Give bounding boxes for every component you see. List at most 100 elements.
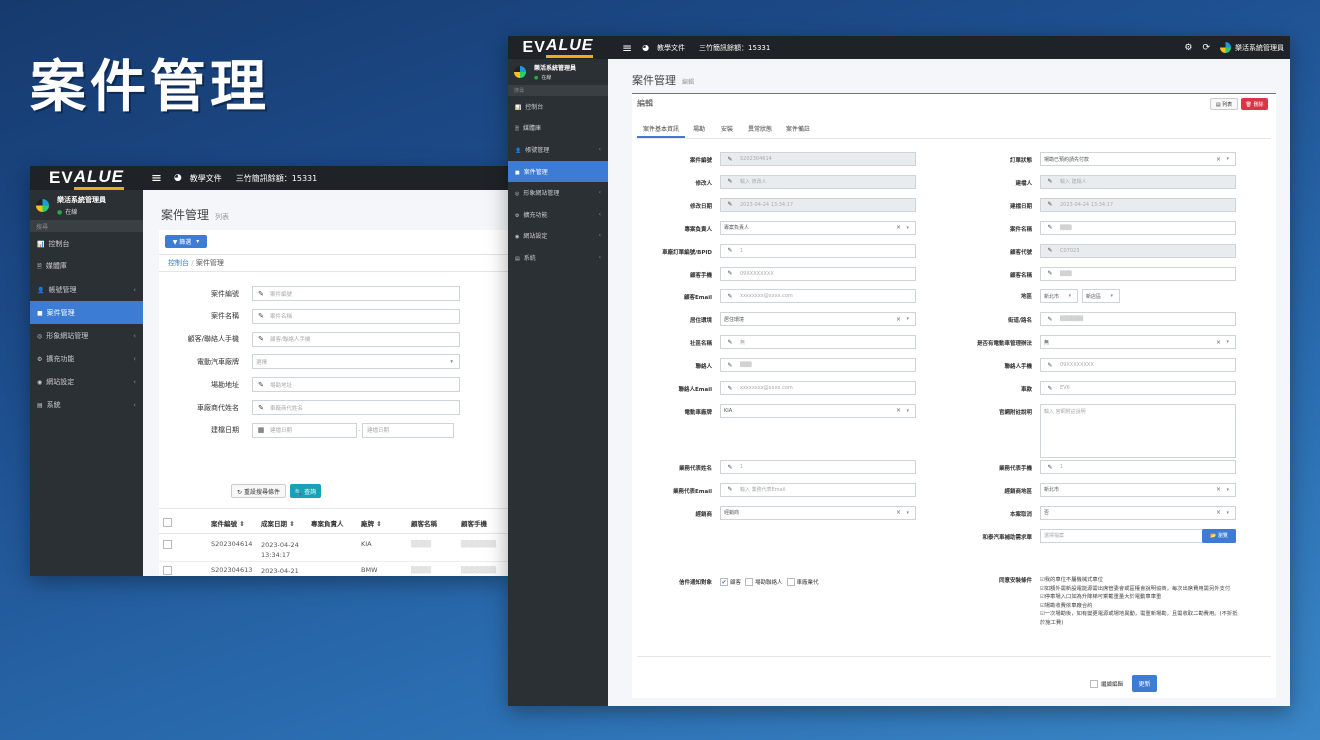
- sidebar-item[interactable]: ⚙ 擴充功能 ‹: [508, 204, 608, 226]
- filter-input[interactable]: ▦ 建檔日期: [252, 422, 357, 438]
- text-field[interactable]: ✎ 輸入 建檔人: [1040, 174, 1236, 189]
- clear-icon[interactable]: ×: [1216, 339, 1221, 346]
- docs-link[interactable]: 教學文件: [190, 173, 222, 184]
- clear-icon[interactable]: ×: [896, 509, 901, 516]
- menu-toggle-icon[interactable]: ≡: [622, 41, 632, 55]
- tab-item[interactable]: 案件備註: [779, 124, 817, 138]
- column-header[interactable]: 專案負責人: [311, 518, 344, 528]
- breadcrumb-home[interactable]: 控制台: [168, 259, 189, 267]
- agree-item[interactable]: ☑停車場入口如為升降梯可乘載重量大於電動車車重: [1040, 593, 1240, 602]
- select-field[interactable]: 場勘已預約請先付款 ×: [1040, 152, 1236, 166]
- notify-option[interactable]: 場勘聯絡人: [745, 578, 783, 586]
- search-button[interactable]: 🔍 查詢: [290, 484, 321, 498]
- agree-item[interactable]: ☑場勘收費依車廠合約: [1040, 602, 1240, 611]
- text-field[interactable]: ✎ 09XXXXXXXX: [720, 266, 916, 281]
- settings-icon[interactable]: ⚙: [1184, 43, 1192, 53]
- text-field[interactable]: ✎ ▒▒▒: [720, 358, 916, 373]
- text-field[interactable]: ✎ 2023-04-24 13:34:17: [720, 197, 916, 212]
- text-field[interactable]: ✎ 1: [1040, 460, 1236, 474]
- text-field[interactable]: ✎ 1: [720, 460, 916, 474]
- filter-input[interactable]: ✎ 車廠商代姓名: [252, 400, 460, 415]
- continue-edit[interactable]: 繼續編輯: [1090, 680, 1123, 688]
- text-field[interactable]: 選擇檔案 📂 瀏覽: [1040, 528, 1236, 543]
- text-field[interactable]: ✎ ▒▒▒: [1040, 266, 1236, 281]
- admin-name[interactable]: 樂活系統管理員: [1235, 43, 1284, 53]
- text-field[interactable]: ✎ 輸入 修改人: [720, 174, 916, 189]
- filter-input[interactable]: ✎ 案件名稱: [252, 308, 460, 324]
- filter-input[interactable]: ✎ 案件編號: [252, 286, 460, 301]
- docs-link[interactable]: 教學文件: [657, 43, 685, 53]
- list-button[interactable]: ▤ 列表: [1210, 98, 1238, 110]
- browse-button[interactable]: 📂 瀏覽: [1202, 528, 1236, 543]
- text-field[interactable]: ✎ 無: [720, 335, 916, 350]
- menu-toggle-icon[interactable]: ≡: [151, 171, 162, 186]
- tab-item[interactable]: 安裝: [713, 124, 741, 138]
- select-field[interactable]: 居住環境 ×: [720, 312, 916, 327]
- avatar[interactable]: [1220, 42, 1231, 53]
- filter-input[interactable]: ✎ 場勘地址: [252, 377, 460, 393]
- filter-button[interactable]: ▼ 篩選 ▾: [165, 235, 207, 248]
- column-header[interactable]: 案件編號 ⇕: [211, 518, 245, 528]
- select-field[interactable]: 否 ×: [1040, 505, 1236, 520]
- clear-icon[interactable]: ×: [896, 407, 901, 414]
- notify-checkbox[interactable]: [786, 578, 795, 586]
- sidebar-item[interactable]: ⚙ 擴充功能 ‹: [30, 347, 143, 370]
- brand-logo[interactable]: EV ALUE: [508, 37, 608, 58]
- sidebar-item[interactable]: ▤ 系統 ‹: [508, 247, 608, 269]
- clear-icon[interactable]: ×: [896, 224, 901, 231]
- delete-button[interactable]: 🗑 刪除: [1241, 98, 1268, 110]
- globe-icon[interactable]: ◕: [642, 43, 649, 52]
- sidebar-search[interactable]: 搜尋: [508, 85, 608, 96]
- tab-item[interactable]: 案件基本資訊: [637, 124, 685, 138]
- select-field[interactable]: 經銷商 ×: [720, 505, 916, 520]
- sidebar-item[interactable]: ■ 案件管理: [508, 160, 608, 182]
- clear-icon[interactable]: ×: [1216, 156, 1221, 163]
- text-field[interactable]: ✎ C07023: [1040, 243, 1236, 258]
- city-select[interactable]: 新北市: [1040, 289, 1078, 304]
- row-checkbox[interactable]: [163, 540, 172, 549]
- agree-item[interactable]: ☑我的車位不屬機械式車位: [1040, 576, 1240, 585]
- tab-item[interactable]: 異常狀態: [741, 124, 779, 138]
- text-field[interactable]: ✎ EV6: [1040, 381, 1236, 395]
- text-field[interactable]: ✎ ▒▒▒▒▒▒: [1040, 312, 1236, 327]
- select-field[interactable]: 無 ×: [1040, 335, 1236, 350]
- brand-logo[interactable]: EV ALUE: [30, 167, 143, 190]
- text-field[interactable]: 輸入 官網附註說明: [1040, 403, 1236, 458]
- text-field[interactable]: ✎ S202304614: [720, 152, 916, 166]
- globe-icon[interactable]: ◕: [174, 173, 182, 183]
- select-field[interactable]: KIA ×: [720, 403, 916, 418]
- clear-icon[interactable]: ×: [896, 316, 901, 323]
- case-id[interactable]: S202304614: [211, 540, 252, 548]
- update-button[interactable]: 更新: [1132, 675, 1157, 692]
- sidebar-item[interactable]: ■ 案件管理: [30, 301, 143, 324]
- tab-item[interactable]: 場勘: [685, 124, 713, 138]
- column-header[interactable]: 廠牌 ⇕: [361, 518, 382, 528]
- text-field[interactable]: ✎ 09XXXXXXXX: [1040, 358, 1236, 373]
- row-checkbox[interactable]: [163, 566, 172, 575]
- brand-select[interactable]: 選擇: [252, 354, 460, 370]
- select-all-checkbox[interactable]: [163, 518, 172, 527]
- table-row[interactable]: S202304614 2023-04-24 13:34:17 KIA ▒▒▒▒ ▒▒▒▒▒…: [159, 538, 508, 562]
- column-header[interactable]: 顧客名稱: [411, 518, 437, 528]
- reset-search-button[interactable]: ↻ 重設搜尋條件: [231, 484, 286, 498]
- sidebar-item[interactable]: 👤 帳號管理 ‹: [508, 139, 608, 161]
- agree-item[interactable]: ☑如額外需新設電能源需出席管委會或區權會說明協商，每次出席費用需另外支付: [1040, 585, 1240, 594]
- sidebar-item[interactable]: 📊 控制台: [30, 232, 143, 255]
- notify-option[interactable]: 車廠業代: [786, 578, 819, 586]
- sidebar-item[interactable]: ◉ 網站設定 ‹: [508, 225, 608, 247]
- text-field[interactable]: ✎ xxxxxxxx@xxxx.com: [720, 381, 916, 395]
- district-select[interactable]: 新店區: [1082, 289, 1120, 304]
- text-field[interactable]: ✎ xxxxxxxx@xxxx.com: [720, 289, 916, 304]
- date-to-input[interactable]: 建檔日期: [362, 422, 454, 438]
- notify-checkbox[interactable]: [745, 578, 754, 586]
- sidebar-item[interactable]: 🗎 媒體庫: [508, 118, 608, 140]
- sidebar-item[interactable]: ▤ 系統 ‹: [30, 393, 143, 416]
- sidebar-item[interactable]: 👤 帳號管理 ‹: [30, 278, 143, 301]
- continue-edit-checkbox[interactable]: [1090, 680, 1098, 688]
- table-row[interactable]: S2023046132023-04-2111:59:06BMW▒▒▒▒▒▒▒▒▒…: [159, 564, 508, 576]
- agree-item[interactable]: ☑一次場勘後，如有變更電源或場地異動，需重新場勘，且需收取二勘費用。(不折抵於施…: [1040, 610, 1240, 627]
- notify-checkbox[interactable]: ✔: [720, 578, 728, 586]
- clear-icon[interactable]: ×: [1216, 486, 1221, 493]
- text-field[interactable]: ✎ ▒▒▒: [1040, 220, 1236, 235]
- text-field[interactable]: ✎ 輸入 業務代表Email: [720, 482, 916, 497]
